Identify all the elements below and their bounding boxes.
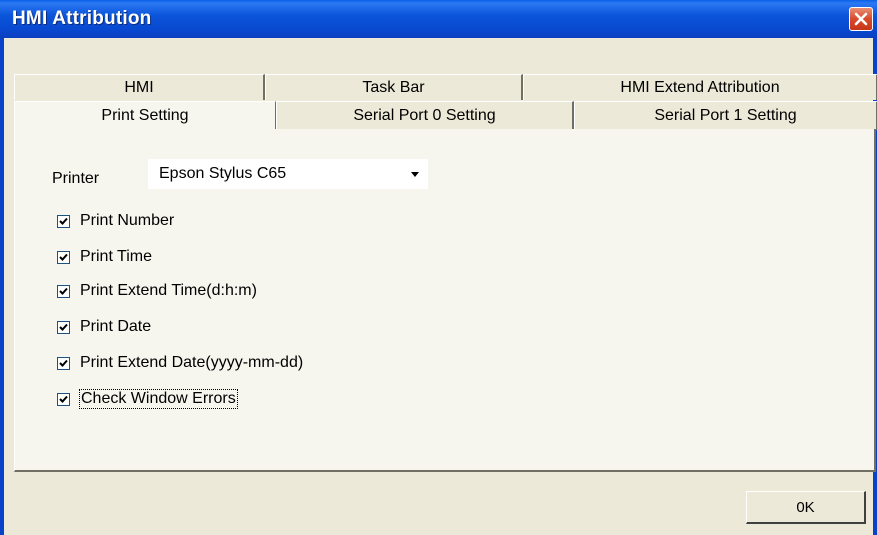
tab-label: Task Bar [362, 78, 425, 96]
checkbox-label: Print Extend Date(yyyy-mm-dd) [80, 354, 304, 371]
check-mark-icon [59, 359, 68, 367]
check-mark-icon [59, 395, 68, 403]
check-mark-icon [59, 323, 68, 331]
tab-label: Print Setting [101, 107, 189, 124]
checkbox-label: Print Extend Time(d:h:m) [80, 282, 257, 299]
checkbox-label: Print Date [80, 318, 152, 335]
checkbox-label: Print Number [80, 212, 175, 229]
tab-hmi-extend-attribution[interactable]: HMI Extend Attribution [523, 74, 877, 100]
printer-label: Printer [52, 170, 100, 187]
ok-button[interactable]: 0K [746, 491, 866, 524]
tab-label: Serial Port 0 Setting [353, 107, 496, 124]
checkbox[interactable] [57, 250, 70, 264]
checkbox-print-extend-time[interactable]: Print Extend Time(d:h:m) [57, 280, 257, 302]
printer-selected-value: Epson Stylus C65 [159, 165, 287, 182]
tab-label: HMI [124, 78, 154, 96]
checkbox[interactable] [57, 392, 70, 406]
tab-row-back: HMI Task Bar HMI Extend Attribution [14, 74, 877, 100]
chevron-down-icon [411, 172, 419, 177]
checkbox[interactable] [57, 214, 70, 228]
close-button[interactable] [849, 7, 873, 31]
tab-row-front: Print Setting Serial Port 0 Setting Seri… [14, 101, 877, 130]
check-mark-icon [59, 253, 68, 261]
checkbox-print-number[interactable]: Print Number [57, 210, 174, 232]
tab-print-setting[interactable]: Print Setting [14, 101, 276, 130]
close-icon [854, 12, 868, 26]
tab-task-bar[interactable]: Task Bar [265, 74, 523, 100]
window-title: HMI Attribution [12, 8, 152, 29]
printer-dropdown[interactable]: Epson Stylus C65 [148, 159, 428, 189]
checkbox-print-time[interactable]: Print Time [57, 246, 152, 268]
checkbox-label: Print Time [80, 248, 153, 265]
tab-serial-port-1-setting[interactable]: Serial Port 1 Setting [574, 101, 877, 130]
tab-hmi[interactable]: HMI [14, 74, 265, 100]
checkbox-print-date[interactable]: Print Date [57, 316, 151, 338]
checkbox-print-extend-date[interactable]: Print Extend Date(yyyy-mm-dd) [57, 352, 303, 374]
check-mark-icon [59, 217, 68, 225]
checkbox[interactable] [57, 284, 70, 298]
checkbox-check-window-errors[interactable]: Check Window Errors [57, 388, 238, 410]
tab-label: HMI Extend Attribution [620, 78, 780, 96]
checkbox[interactable] [57, 356, 70, 370]
checkbox[interactable] [57, 320, 70, 334]
check-mark-icon [59, 287, 68, 295]
title-bar[interactable]: HMI Attribution [0, 0, 877, 38]
tab-panel-print-setting: Printer Epson Stylus C65 Print Number Pr… [14, 129, 876, 472]
dialog-window: HMI Attribution HMI Task Bar HMI Extend … [0, 0, 877, 535]
tab-serial-port-0-setting[interactable]: Serial Port 0 Setting [276, 101, 574, 130]
tab-label: Serial Port 1 Setting [654, 107, 797, 124]
ok-button-label: 0K [796, 498, 815, 516]
checkbox-label: Check Window Errors [79, 389, 238, 409]
